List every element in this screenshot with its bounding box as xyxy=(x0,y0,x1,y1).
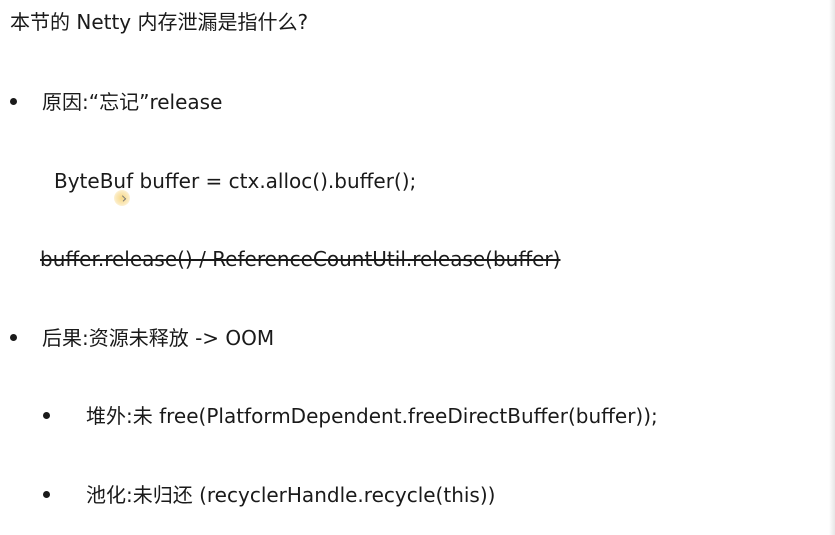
code-allocate-buffer: ByteBuf buffer = ctx.alloc().buffer(); xyxy=(54,169,417,193)
mouse-cursor-icon xyxy=(114,190,130,206)
slide-title: 本节的 Netty 内存泄漏是指什么? xyxy=(10,10,309,34)
bullet-offheap xyxy=(43,412,50,419)
consequence-line: 后果:资源未释放 -> OOM xyxy=(42,326,275,350)
bullet-pooled xyxy=(43,491,50,498)
cause-line: 原因:“忘记”release xyxy=(42,90,223,114)
window-edge xyxy=(829,0,835,535)
slide-canvas: 本节的 Netty 内存泄漏是指什么? 原因:“忘记”release ByteB… xyxy=(0,0,835,535)
bullet-consequence xyxy=(10,334,17,341)
code-release-buffer-struck: buffer.release() / ReferenceCountUtil.re… xyxy=(40,247,561,271)
pooled-line: 池化:未归还 (recyclerHandle.recycle(this)) xyxy=(86,483,496,507)
bullet-cause xyxy=(10,98,17,105)
offheap-line: 堆外:未 free(PlatformDependent.freeDirectBu… xyxy=(86,404,658,428)
